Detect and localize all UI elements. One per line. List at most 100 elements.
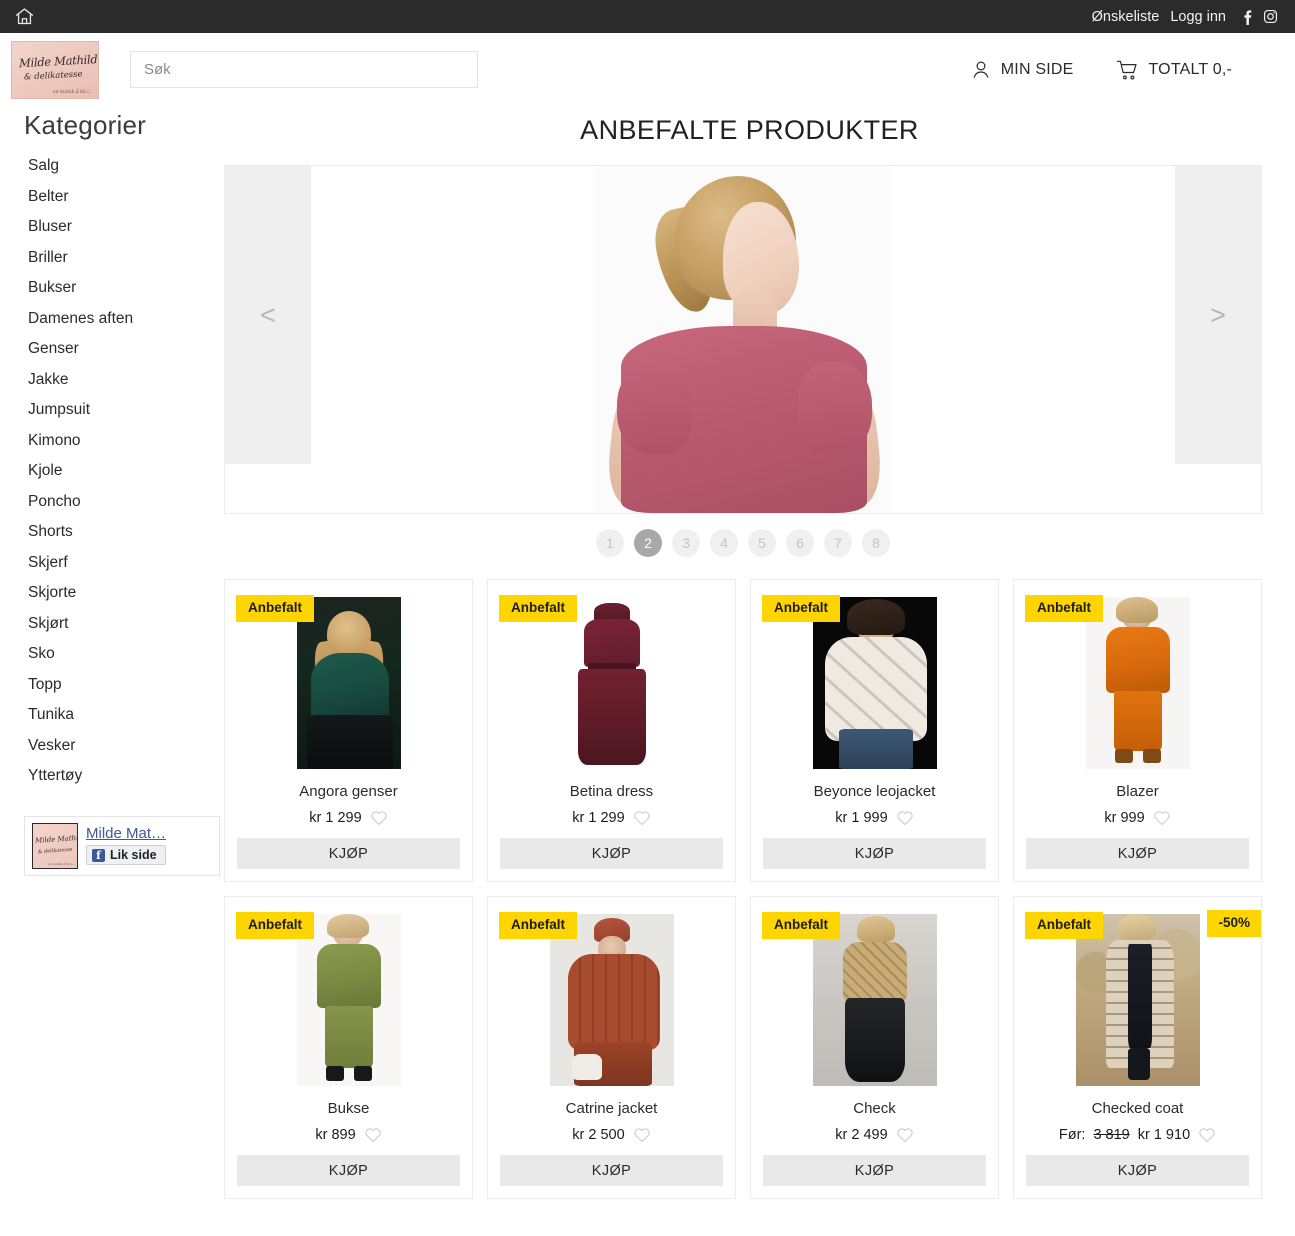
sidebar-item-genser[interactable]: Genser	[28, 336, 224, 362]
product-card[interactable]: Anbefalt Check kr 2 499 KJØP	[750, 896, 999, 1199]
carousel-dot-8[interactable]: 8	[862, 529, 890, 557]
facebook-page-name[interactable]: Milde Mat…	[86, 826, 166, 843]
sidebar-item-belter[interactable]: Belter	[28, 184, 224, 210]
carousel-dot-7[interactable]: 7	[824, 529, 852, 557]
carousel-dot-3[interactable]: 3	[672, 529, 700, 557]
product-image-wrap	[225, 914, 472, 1086]
carousel-next-button[interactable]: >	[1175, 166, 1261, 464]
product-card[interactable]: Anbefalt Blazer kr 999 KJØP	[1013, 579, 1262, 882]
list-item: Skjerf	[28, 550, 224, 576]
product-card[interactable]: Anbefalt -50% Checked coat Før: 3 819 kr…	[1013, 896, 1262, 1199]
sidebar-item-tunika[interactable]: Tunika	[28, 702, 224, 728]
product-image[interactable]	[1075, 914, 1200, 1086]
category-sidebar: Kategorier Salg Belter Bluser Briller Bu…	[0, 106, 224, 876]
product-card[interactable]: Anbefalt Betina dress kr 1 299 KJØP	[487, 579, 736, 882]
wishlist-heart-icon[interactable]	[633, 809, 651, 826]
buy-button[interactable]: KJØP	[237, 1155, 460, 1186]
product-image[interactable]	[549, 914, 674, 1086]
product-name: Bukse	[327, 1100, 370, 1117]
carousel-dot-4[interactable]: 4	[710, 529, 738, 557]
product-image[interactable]	[296, 597, 401, 769]
wishlist-heart-icon[interactable]	[1153, 809, 1171, 826]
product-grid: Anbefalt Angora genser kr 1 299 KJØP Anb…	[224, 579, 1262, 1199]
featured-carousel: < >	[224, 165, 1262, 514]
sidebar-item-skjerf[interactable]: Skjerf	[28, 550, 224, 576]
sidebar-item-yttertoy[interactable]: Yttertøy	[28, 763, 224, 789]
buy-button[interactable]: KJØP	[237, 838, 460, 869]
carousel-prev-button[interactable]: <	[225, 166, 311, 464]
product-card[interactable]: Anbefalt Angora genser kr 1 299 KJØP	[224, 579, 473, 882]
price-current: kr 1 299	[309, 809, 362, 826]
list-item: Skjorte	[28, 580, 224, 606]
facebook-icon[interactable]	[1241, 9, 1254, 25]
sidebar-item-bluser[interactable]: Bluser	[28, 214, 224, 240]
search-input[interactable]	[130, 51, 478, 88]
wishlist-heart-icon[interactable]	[370, 809, 388, 826]
product-image[interactable]	[559, 597, 664, 769]
facebook-like-label: Lik side	[110, 848, 157, 863]
list-item: Briller	[28, 245, 224, 271]
buy-button[interactable]: KJØP	[1026, 1155, 1249, 1186]
buy-button[interactable]: KJØP	[1026, 838, 1249, 869]
product-image[interactable]	[812, 914, 937, 1086]
cart-total-label: TOTALT 0,-	[1148, 60, 1232, 78]
sidebar-item-jumpsuit[interactable]: Jumpsuit	[28, 397, 224, 423]
product-image[interactable]	[296, 914, 401, 1086]
sidebar-item-bukser[interactable]: Bukser	[28, 275, 224, 301]
home-link[interactable]	[14, 6, 35, 27]
instagram-icon[interactable]	[1263, 9, 1278, 24]
product-image-wrap	[1014, 914, 1261, 1086]
sidebar-item-kjole[interactable]: Kjole	[28, 458, 224, 484]
wishlist-heart-icon[interactable]	[633, 1126, 651, 1143]
facebook-like-button[interactable]: f Lik side	[86, 845, 166, 866]
buy-button[interactable]: KJØP	[763, 838, 986, 869]
wishlist-heart-icon[interactable]	[896, 1126, 914, 1143]
list-item: Kjole	[28, 458, 224, 484]
sidebar-item-skjorte[interactable]: Skjorte	[28, 580, 224, 606]
login-link[interactable]: Logg inn	[1170, 9, 1226, 25]
product-image[interactable]	[1085, 597, 1190, 769]
list-item: Sko	[28, 641, 224, 667]
facebook-widget-body: Milde Mat… f Lik side	[86, 826, 166, 866]
fb-thumb-line-1: Milde Mathilde	[34, 832, 78, 845]
product-image[interactable]	[812, 597, 937, 769]
buy-button[interactable]: KJØP	[763, 1155, 986, 1186]
product-card[interactable]: Anbefalt Bukse kr 899 KJØP	[224, 896, 473, 1199]
sidebar-item-jakke[interactable]: Jakke	[28, 367, 224, 393]
carousel-dot-1[interactable]: 1	[596, 529, 624, 557]
cart-link[interactable]: TOTALT 0,-	[1116, 59, 1233, 81]
wishlist-heart-icon[interactable]	[896, 809, 914, 826]
my-page-label: MIN SIDE	[1000, 60, 1074, 78]
wishlist-link[interactable]: Ønskeliste	[1092, 9, 1160, 25]
wishlist-heart-icon[interactable]	[364, 1126, 382, 1143]
sidebar-item-salg[interactable]: Salg	[28, 153, 224, 179]
sidebar-item-poncho[interactable]: Poncho	[28, 489, 224, 515]
price-old: 3 819	[1093, 1126, 1130, 1143]
carousel-dot-2[interactable]: 2	[634, 529, 662, 557]
carousel-dot-5[interactable]: 5	[748, 529, 776, 557]
buy-button[interactable]: KJØP	[500, 1155, 723, 1186]
product-card[interactable]: Anbefalt Catrine jacket kr 2 500 KJØP	[487, 896, 736, 1199]
sidebar-item-damenes-aften[interactable]: Damenes aften	[28, 306, 224, 332]
sidebar-item-topp[interactable]: Topp	[28, 672, 224, 698]
page-title: ANBEFALTE PRODUKTER	[580, 115, 919, 145]
product-name: Betina dress	[569, 783, 654, 800]
price-current: kr 1 299	[572, 809, 625, 826]
sidebar-item-kimono[interactable]: Kimono	[28, 428, 224, 454]
site-logo[interactable]: Milde Mathilde & delikatesse en butikk å…	[11, 40, 99, 99]
product-image-wrap	[1014, 597, 1261, 769]
sidebar-item-briller[interactable]: Briller	[28, 245, 224, 271]
sidebar-item-shorts[interactable]: Shorts	[28, 519, 224, 545]
carousel-dot-6[interactable]: 6	[786, 529, 814, 557]
buy-button[interactable]: KJØP	[500, 838, 723, 869]
carousel-slide-image[interactable]	[594, 166, 892, 513]
wishlist-heart-icon[interactable]	[1198, 1126, 1216, 1143]
product-card[interactable]: Anbefalt Beyonce leojacket kr 1 999 KJØP	[750, 579, 999, 882]
sidebar-item-vesker[interactable]: Vesker	[28, 733, 224, 759]
price-current: kr 1 999	[835, 809, 888, 826]
price-current: kr 999	[1104, 809, 1145, 826]
sidebar-item-sko[interactable]: Sko	[28, 641, 224, 667]
main-content: ANBEFALTE PRODUKTER < > 1 2 3 4 5 6 7 8 …	[224, 106, 1295, 1199]
sidebar-item-skjort[interactable]: Skjørt	[28, 611, 224, 637]
my-page-link[interactable]: MIN SIDE	[970, 59, 1074, 81]
